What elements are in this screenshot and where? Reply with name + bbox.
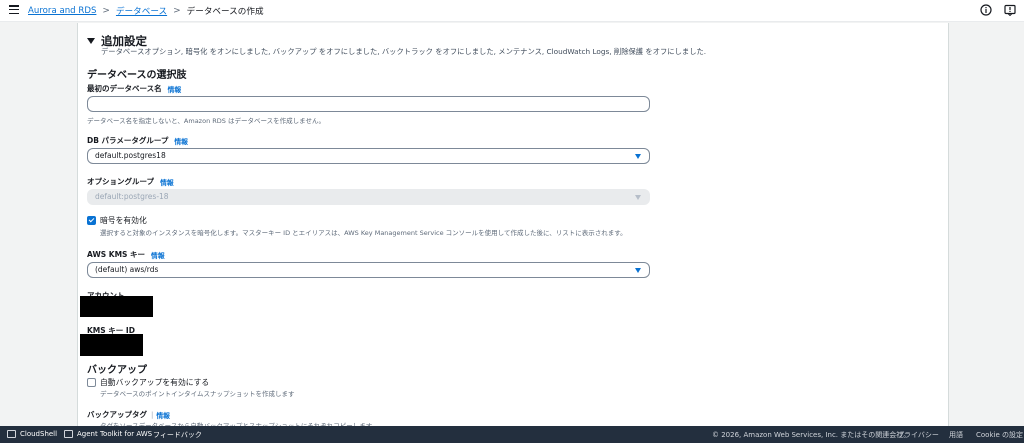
breadcrumb-aurora-rds[interactable]: Aurora and RDS (28, 6, 96, 16)
initial-db-name-label: 最初のデータベース名 情報 (87, 84, 182, 94)
feedback-link[interactable]: フィードバック (153, 430, 202, 440)
auto-backup-hint: データベースのポイントインタイムスナップショットを作成します (100, 390, 295, 398)
notifications-panel-icon[interactable] (1004, 4, 1016, 16)
encryption-hint: 選択すると対象のインスタンスを暗号化します。マスターキー ID とエイリアスは、… (100, 229, 627, 237)
auto-backup-label: 自動バックアップを有効にする (100, 378, 210, 387)
info-link[interactable]: 情報 (151, 250, 165, 260)
info-circle-icon[interactable] (980, 4, 992, 16)
param-group-select[interactable]: default.postgres18 (87, 148, 650, 164)
caret-down-icon (87, 38, 95, 44)
kms-key-select[interactable]: (default) aws/rds (87, 262, 650, 278)
backup-tags-label: バックアップタグ | 情報 (87, 410, 170, 420)
redacted-account (80, 296, 153, 317)
info-link[interactable]: 情報 (156, 410, 170, 420)
caret-down-icon (635, 154, 641, 159)
breadcrumb-databases[interactable]: データベース (116, 5, 167, 17)
info-link[interactable]: 情報 (160, 177, 174, 187)
console-footer: CloudShell Agent Toolkit for AWS フィードバック… (0, 426, 1024, 443)
option-group-select: default:postgres-18 (87, 189, 650, 205)
info-link[interactable]: 情報 (168, 84, 182, 94)
enable-encryption-checkbox[interactable] (87, 216, 96, 225)
initial-db-name-input[interactable] (87, 96, 650, 112)
chevron-right-icon: > (173, 6, 181, 16)
privacy-link[interactable]: プライバシー (897, 430, 939, 440)
cloudshell-button[interactable]: CloudShell (7, 430, 57, 438)
kms-key-label: AWS KMS キー 情報 (87, 250, 165, 260)
redacted-kms-key-id (80, 334, 143, 356)
backup-heading: バックアップ (87, 365, 147, 376)
toolkit-icon (64, 430, 73, 438)
agent-toolkit-button[interactable]: Agent Toolkit for AWS (64, 430, 152, 438)
terminal-icon (7, 430, 16, 438)
auto-backup-checkbox[interactable] (87, 378, 96, 387)
breadcrumb-current: データベースの作成 (186, 7, 264, 17)
cookie-settings-link[interactable]: Cookie の設定 (976, 430, 1023, 440)
menu-icon[interactable] (9, 5, 19, 15)
caret-down-icon (635, 195, 641, 200)
param-group-label: DB パラメータグループ 情報 (87, 136, 188, 146)
enable-encryption-label: 暗号を有効化 (100, 216, 147, 225)
check-icon (88, 216, 95, 223)
initial-db-name-hint: データベース名を指定しないと、Amazon RDS はデータベースを作成しません… (87, 117, 325, 125)
caret-down-icon (635, 268, 641, 273)
option-group-label: オプショングループ 情報 (87, 177, 174, 187)
terms-link[interactable]: 用語 (949, 430, 963, 440)
section-description: データベースオプション, 暗号化 をオンにしました, バックアップ をオフにしま… (101, 47, 707, 56)
copyright-text: © 2026, Amazon Web Services, Inc. またはその関… (712, 431, 911, 439)
db-options-heading: データベースの選択肢 (87, 70, 187, 81)
chevron-right-icon: > (102, 6, 110, 16)
top-bar: Aurora and RDS > データベース > データベースの作成 (0, 0, 1024, 22)
info-link[interactable]: 情報 (174, 136, 188, 146)
breadcrumb: Aurora and RDS > データベース > データベースの作成 (28, 5, 264, 17)
